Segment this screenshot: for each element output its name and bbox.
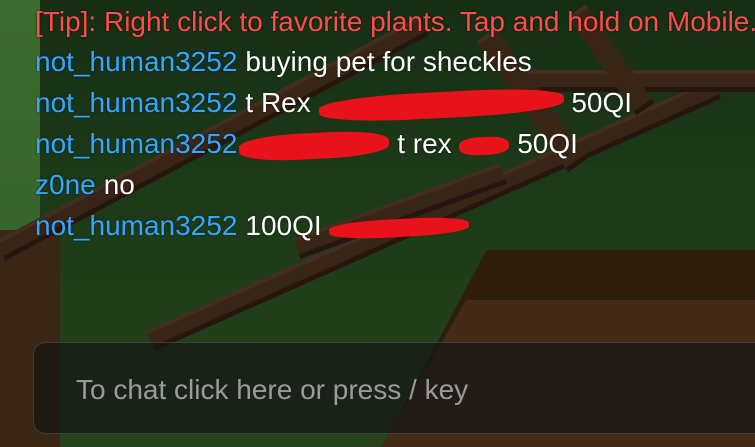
chat-messages[interactable]: [Tip]: Right click to favorite plants. T… (35, 2, 755, 246)
chat-text: 50QI (571, 87, 633, 118)
chat-username[interactable]: z0ne (35, 169, 96, 200)
chat-message: z0ne no (35, 164, 755, 205)
chat-text: t Rex (245, 87, 311, 118)
redaction-scribble (318, 85, 565, 125)
chat-input-box[interactable] (33, 342, 755, 434)
chat-message: not_human3252 buying pet for sheckles (35, 41, 755, 82)
chat-window: [Tip]: Right click to favorite plants. T… (0, 0, 755, 447)
chat-text: 100QI (245, 210, 322, 241)
chat-text: 50QI (517, 128, 578, 159)
chat-username[interactable]: not_human3252 (35, 210, 237, 241)
chat-username[interactable]: not_human3252 (35, 128, 237, 159)
chat-text: t rex (397, 128, 452, 159)
chat-message: not_human3252 100QI (35, 205, 755, 246)
tip-message: [Tip]: Right click to favorite plants. T… (35, 6, 755, 37)
chat-message: not_human3252 t Rex 50QI (35, 82, 755, 125)
game-viewport: [Tip]: Right click to favorite plants. T… (0, 0, 755, 447)
chat-text: buying pet for sheckles (245, 46, 532, 77)
redaction-scribble (238, 128, 390, 163)
chat-username[interactable]: not_human3252 (35, 46, 237, 77)
redaction-scribble (329, 214, 470, 241)
chat-input[interactable] (74, 367, 718, 413)
chat-username[interactable]: not_human3252 (35, 87, 237, 118)
chat-text: no (103, 169, 135, 200)
redaction-scribble (459, 135, 510, 156)
chat-message: not_human3252 t rex 50QI (35, 123, 755, 164)
